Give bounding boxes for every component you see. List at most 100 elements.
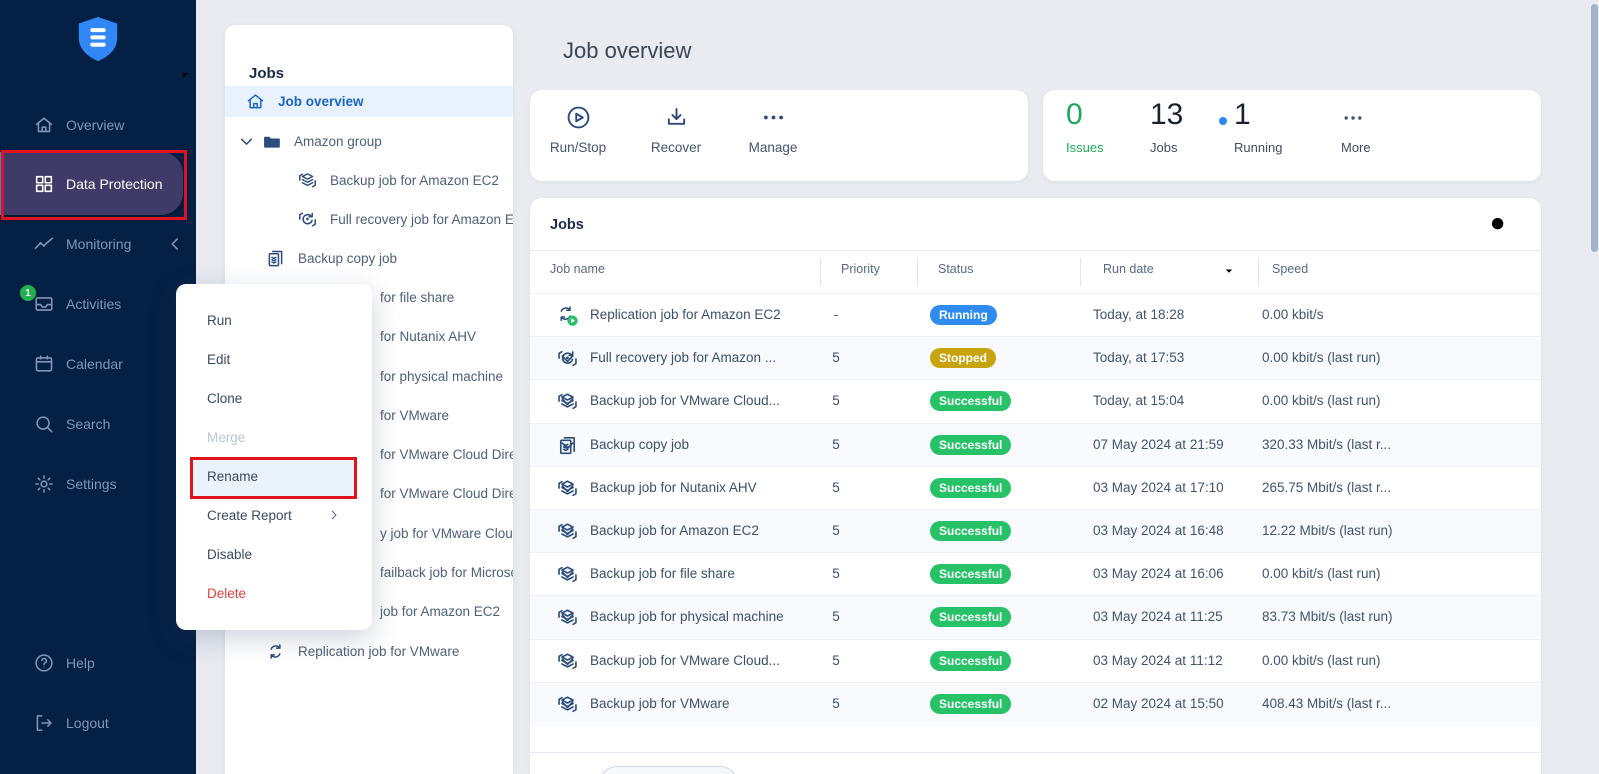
column-separator: [820, 258, 821, 286]
priority-dropdown-chevron-icon[interactable]: [556, 606, 579, 629]
table-row-backup-job-for-amazon-ec2[interactable]: Backup job for Amazon EC2 5 Successful 0…: [530, 509, 1541, 553]
menu-item-disable[interactable]: Disable: [176, 535, 372, 574]
job-name[interactable]: Backup job for physical machine: [590, 609, 784, 624]
column-header-job-name[interactable]: Job name: [550, 262, 605, 276]
status-badge: Successful: [930, 435, 1011, 455]
priority-dropdown-chevron-icon[interactable]: [556, 520, 579, 543]
tree-item-job-overview[interactable]: Job overview: [225, 86, 513, 117]
sidebar-item-label: Monitoring: [66, 236, 131, 252]
table-row-backup-job-for-vmware-cloud[interactable]: Backup job for VMware Cloud... 5 Success…: [530, 639, 1541, 683]
sidebar-collapse-icon[interactable]: [180, 70, 192, 82]
job-name[interactable]: Replication job for Amazon EC2: [590, 307, 781, 322]
tree-item-fragment[interactable]: for physical machine: [380, 369, 503, 384]
menu-item-edit[interactable]: Edit: [176, 340, 372, 379]
tree-item-fragment[interactable]: failback job for Microsof: [380, 565, 513, 580]
job-name[interactable]: Full recovery job for Amazon ...: [590, 350, 776, 365]
tree-item-fragment[interactable]: for file share: [380, 290, 454, 305]
monitor-icon: [33, 233, 55, 255]
job-name[interactable]: Backup job for VMware Cloud...: [590, 393, 780, 408]
menu-item-label: Edit: [207, 352, 230, 367]
table-row-backup-job-for-nutanix-ahv[interactable]: Backup job for Nutanix AHV 5 Successful …: [530, 466, 1541, 510]
job-name[interactable]: Backup job for file share: [590, 566, 735, 581]
run-date: 07 May 2024 at 21:59: [1093, 437, 1224, 452]
speed: 265.75 Mbit/s (last r...: [1262, 480, 1391, 495]
stat-issues[interactable]: 0 Issues: [1066, 90, 1136, 181]
table-footer-button[interactable]: [599, 766, 738, 774]
sidebar-item-overview[interactable]: Overview: [0, 105, 196, 145]
toolbar-button-run-stop[interactable]: Run/Stop: [535, 104, 621, 168]
column-header-priority[interactable]: Priority: [841, 262, 880, 276]
table-row-backup-copy-job[interactable]: Backup copy job 5 Successful 07 May 2024…: [530, 423, 1541, 467]
table-row-backup-job-for-vmware-cloud[interactable]: Backup job for VMware Cloud... 5 Success…: [530, 379, 1541, 423]
tree-item-replication-job-for-vmware[interactable]: Replication job for VMware: [225, 632, 513, 671]
job-name[interactable]: Backup job for Amazon EC2: [590, 523, 759, 538]
chevron-down-icon[interactable]: [236, 131, 257, 152]
running-dot: [1219, 117, 1227, 125]
tree-item-fragment[interactable]: job for Amazon EC2: [380, 604, 500, 619]
job-name[interactable]: Backup job for VMware Cloud...: [590, 653, 780, 668]
job-name[interactable]: Backup job for VMware: [590, 696, 730, 711]
column-header-speed[interactable]: Speed: [1272, 262, 1308, 276]
stat-label: Running: [1234, 140, 1282, 155]
menu-item-create-report[interactable]: Create Report: [176, 496, 372, 535]
priority-dropdown-chevron-icon[interactable]: [556, 477, 579, 500]
column-header-run-date[interactable]: Run date: [1103, 262, 1154, 276]
priority-dropdown-chevron-icon[interactable]: [556, 390, 579, 413]
copy-icon: [265, 248, 286, 269]
menu-item-rename[interactable]: Rename: [176, 457, 372, 496]
speed: 0.00 kbit/s (last run): [1262, 350, 1381, 365]
tree-item-fragment[interactable]: for VMware: [380, 408, 449, 423]
priority-dropdown-chevron-icon[interactable]: [556, 650, 579, 673]
sidebar-item-logout[interactable]: Logout: [0, 703, 196, 743]
status-badge: Running: [930, 305, 997, 325]
chevron-left-icon[interactable]: [164, 233, 186, 255]
divider: [530, 250, 1541, 251]
page-scrollbar-thumb[interactable]: [1591, 4, 1598, 252]
sort-chevron-down-icon[interactable]: [1222, 264, 1236, 278]
job-name[interactable]: Backup copy job: [590, 437, 689, 452]
stats-more-button[interactable]: More: [1341, 90, 1401, 181]
menu-item-delete[interactable]: Delete: [176, 574, 372, 613]
column-separator: [917, 258, 918, 286]
search-icon: [33, 413, 55, 435]
speed: 0.00 kbit/s: [1262, 307, 1324, 322]
replication-running-icon: [556, 304, 579, 327]
sidebar-item-search[interactable]: Search: [0, 404, 196, 444]
menu-item-run[interactable]: Run: [176, 301, 372, 340]
tree-item-backup-copy-job[interactable]: Backup copy job: [225, 239, 513, 278]
run-date: 03 May 2024 at 16:06: [1093, 566, 1224, 581]
table-row-full-recovery-job-for-amazon[interactable]: Full recovery job for Amazon ... 5 Stopp…: [530, 336, 1541, 380]
priority-dropdown-chevron-icon[interactable]: [556, 563, 579, 586]
tree-item-fragment[interactable]: for Nutanix AHV: [380, 329, 476, 344]
priority-dropdown-chevron-icon[interactable]: [556, 347, 579, 370]
sidebar-item-help[interactable]: Help: [0, 643, 196, 683]
tree-item-fragment[interactable]: for VMware Cloud Direc: [380, 486, 513, 501]
table-row-backup-job-for-file-share[interactable]: Backup job for file share 5 Successful 0…: [530, 552, 1541, 596]
table-row-replication-job-for-amazon-ec2[interactable]: Replication job for Amazon EC2 - Running…: [530, 293, 1541, 337]
stat-running[interactable]: 1 Running: [1234, 90, 1304, 181]
tree-item-full-recovery-job-for-amazon-e[interactable]: Full recovery job for Amazon E: [225, 200, 513, 239]
sidebar-item-data-protection[interactable]: Data Protection: [0, 164, 196, 204]
tree-item-fragment[interactable]: y job for VMware Cloud: [380, 526, 513, 541]
sidebar-item-activities[interactable]: 1 Activities: [0, 284, 196, 324]
job-name[interactable]: Backup job for Nutanix AHV: [590, 480, 757, 495]
tree-item-fragment[interactable]: for VMware Cloud Direc: [380, 447, 513, 462]
sidebar-item-calendar[interactable]: Calendar: [0, 344, 196, 384]
sidebar-item-settings[interactable]: Settings: [0, 464, 196, 504]
table-row-backup-job-for-vmware[interactable]: Backup job for VMware 5 Successful 02 Ma…: [530, 682, 1541, 726]
add-job-plus-icon[interactable]: [471, 63, 495, 87]
priority-dropdown-chevron-icon[interactable]: [556, 693, 579, 716]
priority-dropdown-chevron-icon[interactable]: [556, 434, 579, 457]
tree-item-amazon-group[interactable]: Amazon group: [225, 122, 513, 161]
stat-jobs[interactable]: 13 Jobs: [1150, 90, 1220, 181]
tree-item-label: Replication job for VMware: [298, 644, 459, 659]
column-header-status[interactable]: Status: [938, 262, 973, 276]
sidebar-item-label: Help: [66, 655, 95, 671]
tree-item-backup-job-for-amazon-ec2[interactable]: Backup job for Amazon EC2: [225, 161, 513, 200]
toolbar-button-recover[interactable]: Recover: [633, 104, 719, 168]
toolbar-button-manage[interactable]: Manage: [730, 104, 816, 168]
menu-item-clone[interactable]: Clone: [176, 379, 372, 418]
sidebar-item-monitoring[interactable]: Monitoring: [0, 224, 196, 264]
search-icon[interactable]: [1488, 214, 1509, 235]
table-row-backup-job-for-physical-machine[interactable]: Backup job for physical machine 5 Succes…: [530, 595, 1541, 639]
